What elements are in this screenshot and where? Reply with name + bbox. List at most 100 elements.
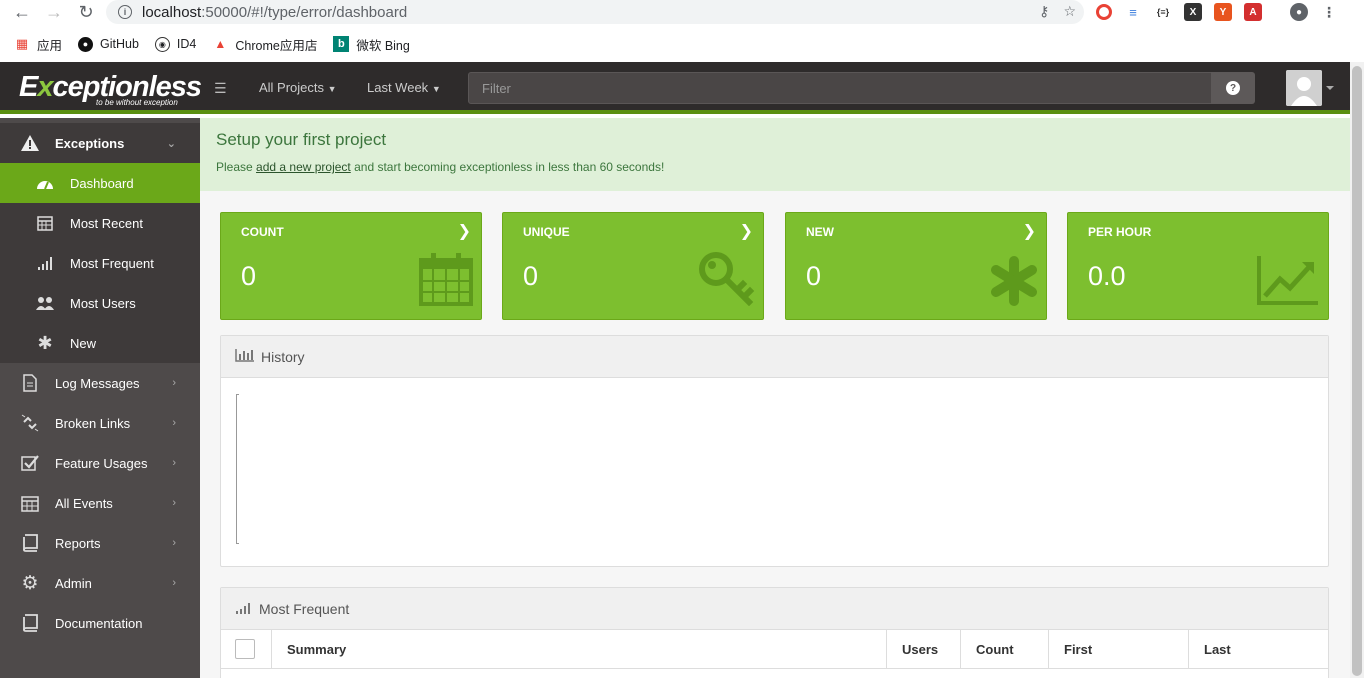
timeframe-dropdown[interactable]: Last Week ▼ — [367, 80, 441, 95]
chevron-right-icon: › — [172, 497, 176, 509]
pdf-extension-icon[interactable]: A — [1244, 3, 1262, 21]
signal-icon — [35, 253, 55, 273]
chevron-right-icon: › — [172, 417, 176, 429]
layers-extension-icon[interactable]: ≡ — [1124, 3, 1142, 21]
main-content: Setup your first project Please add a ne… — [200, 118, 1350, 678]
bookmark-label: Chrome应用店 — [235, 38, 318, 53]
sidebar-item-reports[interactable]: Reports › — [0, 523, 200, 563]
column-users[interactable]: Users — [887, 630, 961, 668]
select-all-checkbox[interactable] — [235, 639, 255, 659]
sidebar-item-exceptions[interactable]: Exceptions ⌄ — [0, 123, 200, 163]
gear-icon: ⚙ — [21, 572, 39, 594]
sidebar-item-label: Most Users — [70, 295, 136, 311]
sidebar-item-label: New — [70, 335, 97, 351]
add-project-link[interactable]: add a new project — [256, 160, 351, 174]
bookmark-apps[interactable]: ▦ 应用 — [14, 35, 62, 54]
account-icon[interactable]: ● — [1290, 3, 1308, 21]
sidebar-item-label: Broken Links — [55, 415, 131, 431]
bookmark-github[interactable]: ● GitHub — [78, 36, 139, 52]
stat-unique[interactable]: UNIQUE 0 ❯ — [502, 212, 764, 320]
stat-label: UNIQUE — [523, 225, 570, 239]
sidebar-item-all-events[interactable]: All Events › — [0, 483, 200, 523]
setup-text: Please add a new project and start becom… — [216, 160, 664, 174]
forward-icon[interactable]: → — [40, 0, 68, 24]
avatar[interactable] — [1286, 70, 1322, 106]
user-silhouette-icon — [1286, 70, 1322, 106]
store-icon: ▲ — [214, 37, 227, 51]
chevron-right-icon: ❯ — [739, 223, 753, 240]
sidebar-item-log-messages[interactable]: Log Messages › — [0, 363, 200, 403]
x-extension-icon[interactable]: X — [1184, 3, 1202, 21]
chrome-extension-icon[interactable] — [1096, 4, 1112, 20]
sidebar-item-most-frequent[interactable]: Most Frequent — [0, 243, 200, 283]
back-icon[interactable]: ← — [8, 0, 36, 24]
logo-tagline: to be without exception — [96, 98, 178, 107]
scrollbar-thumb[interactable] — [1352, 66, 1362, 676]
json-extension-icon[interactable]: {≡} — [1154, 3, 1172, 21]
sidebar-item-feature-usages[interactable]: Feature Usages › — [0, 443, 200, 483]
sidebar-item-most-recent[interactable]: Most Recent — [0, 203, 200, 243]
chevron-down-icon: ⌄ — [166, 137, 176, 150]
menu-toggle-icon[interactable]: ☰ — [214, 80, 227, 97]
sidebar-item-most-users[interactable]: Most Users — [0, 283, 200, 323]
url-host: localhost — [142, 3, 202, 21]
stat-per-hour[interactable]: PER HOUR 0.0 — [1067, 212, 1329, 320]
sidebar-item-admin[interactable]: ⚙ Admin › — [0, 563, 200, 603]
avatar-caret-icon[interactable] — [1326, 86, 1334, 90]
chevron-right-icon: › — [172, 537, 176, 549]
browser-toolbar: ← → ↻ i localhost:50000/#!/type/error/da… — [0, 0, 1364, 26]
timeframe-label: Last Week — [367, 80, 429, 95]
sidebar-item-label: Reports — [55, 535, 101, 551]
bookmark-label: GitHub — [100, 37, 139, 51]
history-title: History — [261, 348, 305, 365]
history-chart-area — [236, 394, 239, 544]
users-icon — [35, 293, 55, 313]
bookmark-label: 微软 Bing — [356, 38, 410, 53]
history-panel: History — [220, 335, 1329, 567]
calendar-icon — [35, 213, 55, 233]
question-icon: ? — [1226, 81, 1240, 95]
address-bar[interactable]: i localhost:50000/#!/type/error/dashboar… — [106, 0, 1084, 24]
id4-icon: ◉ — [154, 36, 170, 52]
setup-alert: Setup your first project Please add a ne… — [200, 118, 1350, 191]
sidebar-item-documentation[interactable]: Documentation — [0, 603, 200, 643]
calendar-icon — [419, 252, 473, 309]
column-last[interactable]: Last — [1189, 630, 1328, 668]
star-icon[interactable]: ☆ — [1063, 3, 1076, 20]
info-icon[interactable]: i — [118, 5, 132, 19]
stat-new[interactable]: NEW 0 ❯ — [785, 212, 1047, 320]
sidebar-item-dashboard[interactable]: Dashboard — [0, 163, 200, 203]
filter-help-button[interactable]: ? — [1211, 72, 1255, 104]
signal-icon — [235, 601, 253, 617]
column-summary[interactable]: Summary — [272, 630, 887, 668]
warning-icon — [20, 133, 40, 153]
book-icon — [20, 533, 40, 553]
sidebar-item-broken-links[interactable]: Broken Links › — [0, 403, 200, 443]
bookmark-label: ID4 — [176, 37, 197, 51]
key-icon[interactable]: ⚷ — [1039, 3, 1049, 20]
bookmark-label: 应用 — [37, 38, 63, 53]
bookmark-bing[interactable]: b 微软 Bing — [333, 35, 410, 54]
projects-dropdown[interactable]: All Projects ▼ — [259, 80, 337, 95]
chevron-right-icon: › — [172, 577, 176, 589]
sidebar-item-label: All Events — [55, 495, 113, 511]
check-square-icon — [20, 453, 40, 473]
sidebar-item-label: Log Messages — [55, 375, 140, 391]
translate-extension-icon[interactable]: Y — [1214, 3, 1232, 21]
most-frequent-header: Most Frequent — [221, 588, 1328, 630]
key-icon — [699, 252, 755, 309]
bookmark-chrome-store[interactable]: ▲ Chrome应用店 — [212, 35, 317, 54]
menu-dots-icon[interactable]: ⋮ — [1320, 3, 1338, 21]
bookmark-id4[interactable]: ◉ ID4 — [154, 36, 197, 52]
app-header: Exceptionless to be without exception ☰ … — [0, 62, 1350, 114]
column-count[interactable]: Count — [961, 630, 1049, 668]
filter-input[interactable]: Filter — [468, 72, 1212, 104]
stat-count[interactable]: COUNT 0 ❯ — [220, 212, 482, 320]
sidebar-item-new[interactable]: ✱ New — [0, 323, 200, 363]
column-first[interactable]: First — [1049, 630, 1189, 668]
reload-icon[interactable]: ↻ — [72, 0, 100, 24]
history-header: History — [221, 336, 1328, 378]
asterisk-icon: ✱ — [37, 332, 53, 353]
book-icon — [20, 613, 40, 633]
select-all-cell — [221, 630, 272, 668]
